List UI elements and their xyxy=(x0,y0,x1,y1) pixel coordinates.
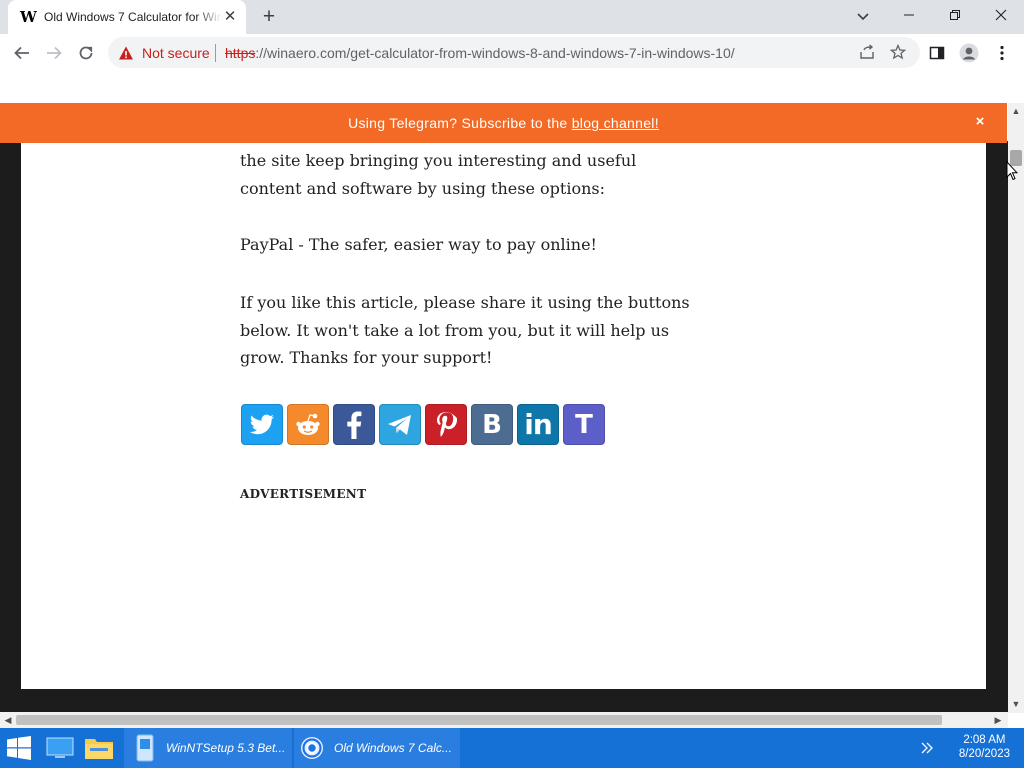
not-secure-label[interactable]: Not secure xyxy=(142,45,210,61)
url-scheme: https xyxy=(225,45,256,61)
horizontal-scroll-thumb[interactable] xyxy=(16,715,942,725)
pinterest-icon xyxy=(437,411,457,437)
advertisement-label: ADVERTISEMENT xyxy=(240,487,367,501)
twitter-icon xyxy=(249,414,274,434)
menu-kebab-icon[interactable] xyxy=(991,42,1013,64)
share-buttons: B in T xyxy=(241,404,605,445)
close-window-button[interactable] xyxy=(978,0,1024,30)
system-clock[interactable]: 2:08 AM 8/20/2023 xyxy=(959,733,1010,761)
article-paragraph: the site keep bringing you interesting a… xyxy=(240,151,637,198)
reddit-icon xyxy=(296,413,320,435)
tab-strip: W Old Windows 7 Calculator for Windows 1… xyxy=(0,0,1024,34)
windows-logo-icon xyxy=(7,736,31,760)
scroll-right-arrow-icon[interactable]: ▶ xyxy=(990,712,1006,728)
telegram-banner: Using Telegram? Subscribe to the blog ch… xyxy=(0,103,1007,143)
browser-tab[interactable]: W Old Windows 7 Calculator for Windows 1… xyxy=(8,0,246,34)
scroll-up-arrow-icon[interactable]: ▲ xyxy=(1008,103,1024,119)
tab-close-icon[interactable]: ✕ xyxy=(222,9,238,25)
reddit-share-button[interactable] xyxy=(287,404,329,445)
url-text[interactable]: https://winaero.com/get-calculator-from-… xyxy=(225,45,735,61)
browser-toolbar: Not secure https://winaero.com/get-calcu… xyxy=(0,34,1024,71)
file-explorer-button[interactable] xyxy=(84,728,114,768)
facebook-icon xyxy=(347,411,362,439)
taskbar-item-winntsetup[interactable]: WinNTSetup 5.3 Bet... xyxy=(124,728,292,768)
article-paragraph-share: If you like this article, please share i… xyxy=(240,293,690,367)
scroll-down-arrow-icon[interactable]: ▼ xyxy=(1008,696,1024,712)
web-page: Using Telegram? Subscribe to the blog ch… xyxy=(0,71,1024,728)
back-arrow-icon[interactable] xyxy=(11,42,33,64)
omnibox-divider xyxy=(215,44,216,62)
vk-icon: B xyxy=(482,409,502,440)
telegram-share-button[interactable] xyxy=(379,404,421,445)
vk-share-button[interactable]: B xyxy=(471,404,513,445)
bookmark-star-icon[interactable] xyxy=(887,41,909,63)
banner-prefix: Using Telegram? Subscribe to the xyxy=(348,115,572,131)
taskbar-item-label: Old Windows 7 Calc... xyxy=(334,741,452,755)
start-button[interactable] xyxy=(6,728,32,768)
teams-share-button[interactable]: T xyxy=(563,404,605,445)
windows-taskbar: WinNTSetup 5.3 Bet... Old Windows 7 Calc… xyxy=(0,728,1024,768)
linkedin-icon: in xyxy=(524,408,553,441)
share-icon[interactable] xyxy=(856,41,878,63)
winntsetup-app-icon xyxy=(136,734,154,762)
chevron-right-icon xyxy=(921,742,933,754)
warning-triangle-icon[interactable] xyxy=(118,45,134,61)
address-bar[interactable]: Not secure https://winaero.com/get-calcu… xyxy=(108,37,920,68)
new-tab-button[interactable]: + xyxy=(258,6,280,28)
folder-icon xyxy=(85,739,113,759)
vertical-scrollbar[interactable] xyxy=(1008,103,1024,713)
scroll-left-arrow-icon[interactable]: ◀ xyxy=(0,712,16,728)
telegram-icon xyxy=(388,414,411,435)
show-hidden-icons-button[interactable] xyxy=(920,728,934,768)
monitor-icon xyxy=(46,737,74,758)
linkedin-share-button[interactable]: in xyxy=(517,404,559,445)
reload-icon[interactable] xyxy=(75,42,97,64)
banner-text: Using Telegram? Subscribe to the blog ch… xyxy=(348,115,659,131)
tab-search-chevron-icon[interactable] xyxy=(852,6,874,28)
twitter-share-button[interactable] xyxy=(241,404,283,445)
facebook-share-button[interactable] xyxy=(333,404,375,445)
blog-channel-link[interactable]: blog channel! xyxy=(572,115,659,131)
taskbar-item-chrome[interactable]: Old Windows 7 Calc... xyxy=(294,728,460,768)
banner-close-icon[interactable]: × xyxy=(971,113,989,131)
paypal-image-alt[interactable]: PayPal - The safer, easier way to pay on… xyxy=(240,231,690,259)
tab-title: Old Windows 7 Calculator for Windows 10 xyxy=(44,10,222,24)
minimize-button[interactable] xyxy=(886,0,932,30)
desktop-shortcut[interactable] xyxy=(46,728,74,768)
clock-time: 2:08 AM xyxy=(963,734,1006,746)
winaero-favicon-icon: W xyxy=(20,8,37,26)
profile-avatar-icon[interactable] xyxy=(958,42,980,64)
side-panel-icon[interactable] xyxy=(926,42,948,64)
teams-icon: T xyxy=(575,409,593,440)
clock-date: 8/20/2023 xyxy=(958,748,1010,760)
pinterest-share-button[interactable] xyxy=(425,404,467,445)
restore-button[interactable] xyxy=(932,0,978,30)
chrome-icon xyxy=(301,737,323,759)
mouse-cursor-icon xyxy=(1006,161,1018,181)
forward-arrow-icon[interactable] xyxy=(43,42,65,64)
url-path: ://winaero.com/get-calculator-from-windo… xyxy=(255,45,735,61)
taskbar-item-label: WinNTSetup 5.3 Bet... xyxy=(166,741,286,755)
